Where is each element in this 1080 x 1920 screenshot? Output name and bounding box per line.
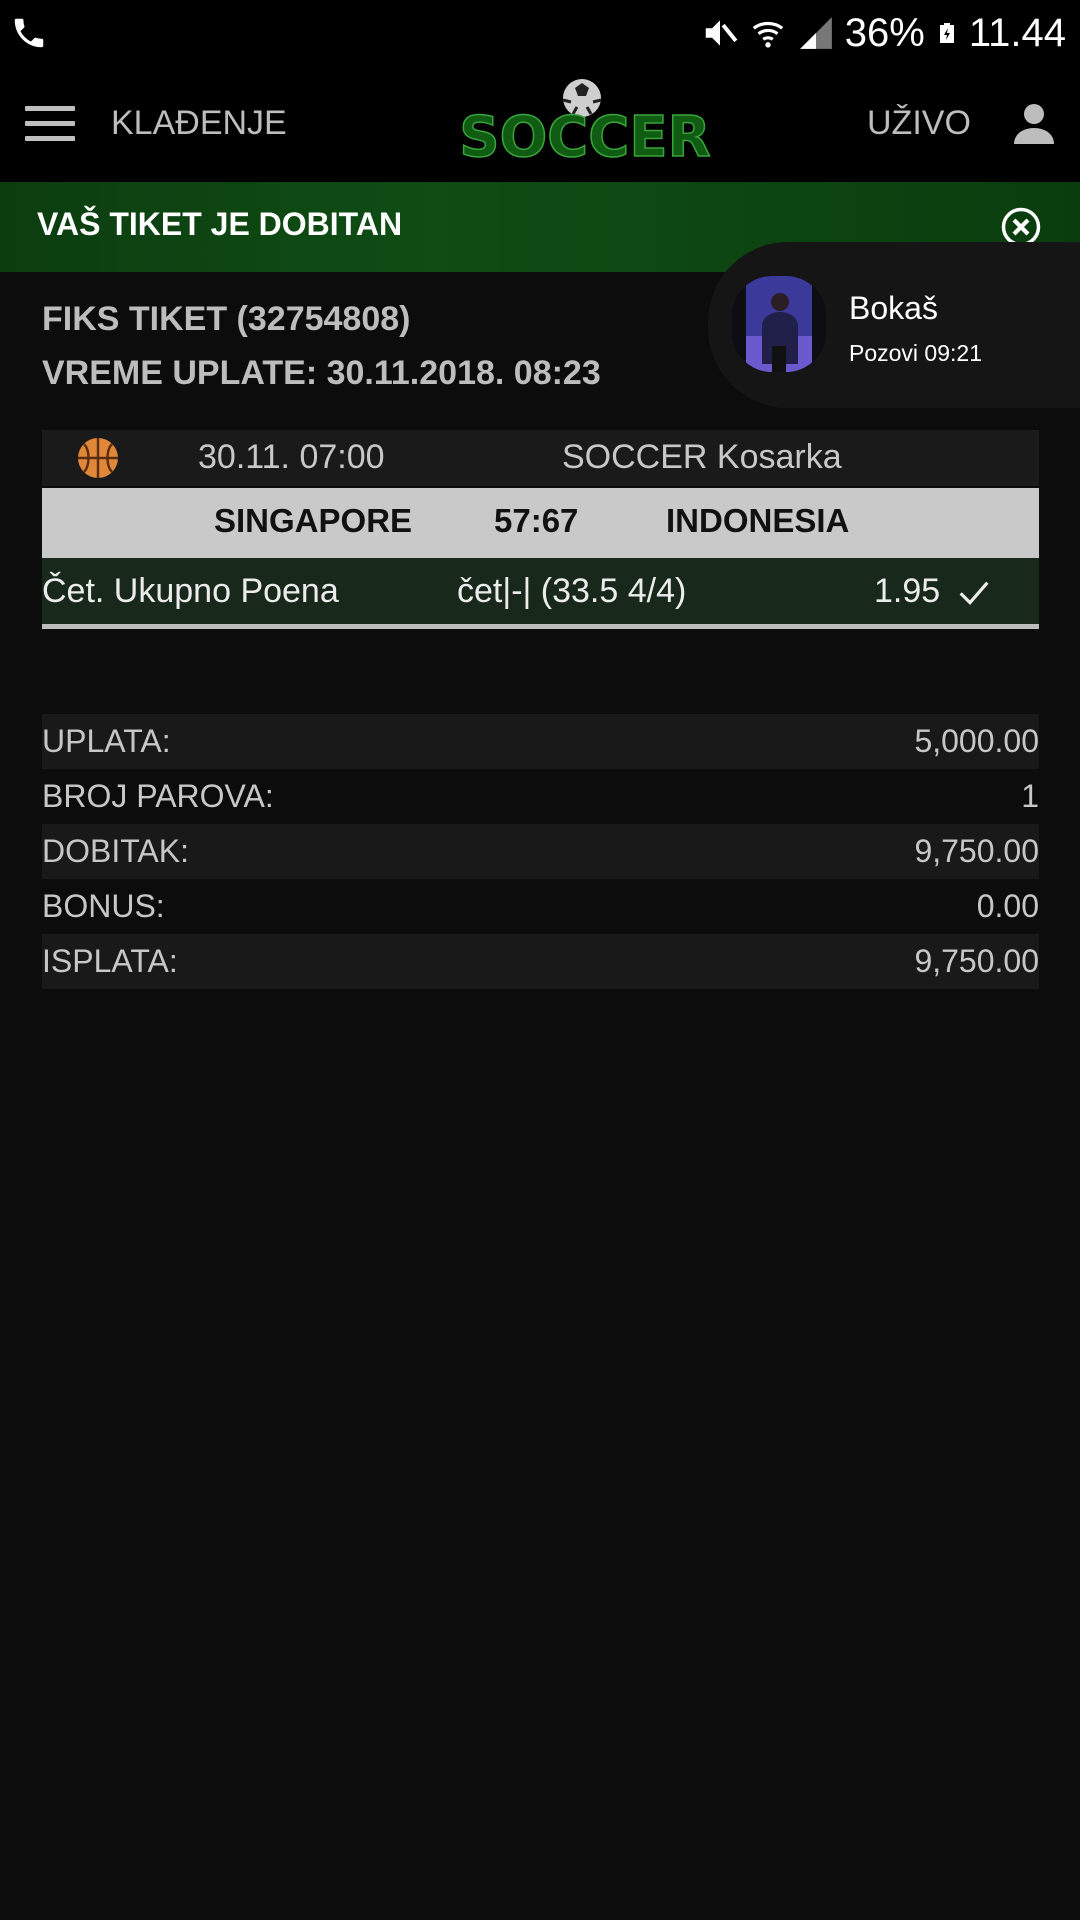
bet-row: Čet. Ukupno Poena čet|-| (33.5 4/4) 1.95 (42, 558, 1039, 624)
nav-betting-link[interactable]: KLAĐENJE (111, 104, 287, 143)
ticket-title: FIKS TIKET (32754808) (42, 300, 411, 338)
summary-row-winnings: DOBITAK: 9,750.00 (42, 824, 1039, 879)
wifi-icon (752, 21, 784, 48)
summary-row-payout: ISPLATA: 9,750.00 (42, 934, 1039, 989)
caller-name: Bokaš (849, 290, 938, 326)
summary-value: 5,000.00 (914, 723, 1039, 759)
battery-percent: 36% (844, 10, 925, 55)
bet-market: Čet. Ukupno Poena (42, 572, 339, 610)
soccer-logo[interactable]: SOCCER (445, 74, 725, 174)
call-action[interactable]: Pozovi 09:21 (849, 340, 982, 367)
event-datetime: 30.11. 07:00 (198, 438, 385, 476)
check-icon (959, 581, 989, 606)
summary-label: ISPLATA: (42, 943, 178, 979)
away-team: INDONESIA (666, 502, 850, 539)
summary-row-stake: UPLATA: 5,000.00 (42, 714, 1039, 769)
user-icon[interactable] (1010, 100, 1058, 148)
summary-label: UPLATA: (42, 723, 171, 759)
call-notification[interactable]: Bokaš Pozovi 09:21 (708, 242, 1080, 408)
summary-row-bonus: BONUS: 0.00 (42, 879, 1039, 934)
banner-title: VAŠ TIKET JE DOBITAN (37, 206, 403, 242)
match-score: 57:67 (494, 502, 579, 539)
mute-icon (705, 20, 738, 46)
battery-icon (939, 23, 954, 43)
divider (42, 624, 1039, 629)
ticket-summary: UPLATA: 5,000.00 BROJ PAROVA: 1 DOBITAK:… (42, 714, 1039, 989)
summary-value: 0.00 (976, 888, 1039, 924)
clock: 11.44 (968, 10, 1066, 55)
home-team: SINGAPORE (214, 502, 413, 539)
summary-row-pairs: BROJ PAROVA: 1 (42, 769, 1039, 824)
bet-odd: 1.95 (874, 572, 941, 610)
avatar (732, 276, 826, 372)
summary-label: BONUS: (42, 888, 165, 924)
ticket-payment-time: VREME UPLATE: 30.11.2018. 08:23 (42, 354, 601, 392)
summary-value: 9,750.00 (914, 833, 1039, 869)
summary-label: BROJ PAROVA: (42, 778, 274, 814)
match-score-row: SINGAPORE 57:67 INDONESIA (42, 488, 1039, 558)
summary-value: 1 (1021, 778, 1039, 814)
summary-label: DOBITAK: (42, 833, 189, 869)
bet-pick: čet|-| (33.5 4/4) (457, 572, 687, 610)
basketball-icon (78, 438, 118, 478)
app-header: KLAĐENJE SOCCER UŽIVO (0, 66, 1080, 184)
event-league: SOCCER Kosarka (562, 438, 842, 476)
menu-icon[interactable] (25, 106, 75, 142)
phone-icon (14, 18, 44, 48)
svg-text:SOCCER: SOCCER (459, 105, 711, 170)
summary-value: 9,750.00 (914, 943, 1039, 979)
nav-live-link[interactable]: UŽIVO (867, 104, 971, 143)
event-header: 30.11. 07:00 SOCCER Kosarka (42, 430, 1039, 486)
signal-icon (799, 17, 832, 49)
status-bar: 36% 11.44 (0, 0, 1080, 66)
